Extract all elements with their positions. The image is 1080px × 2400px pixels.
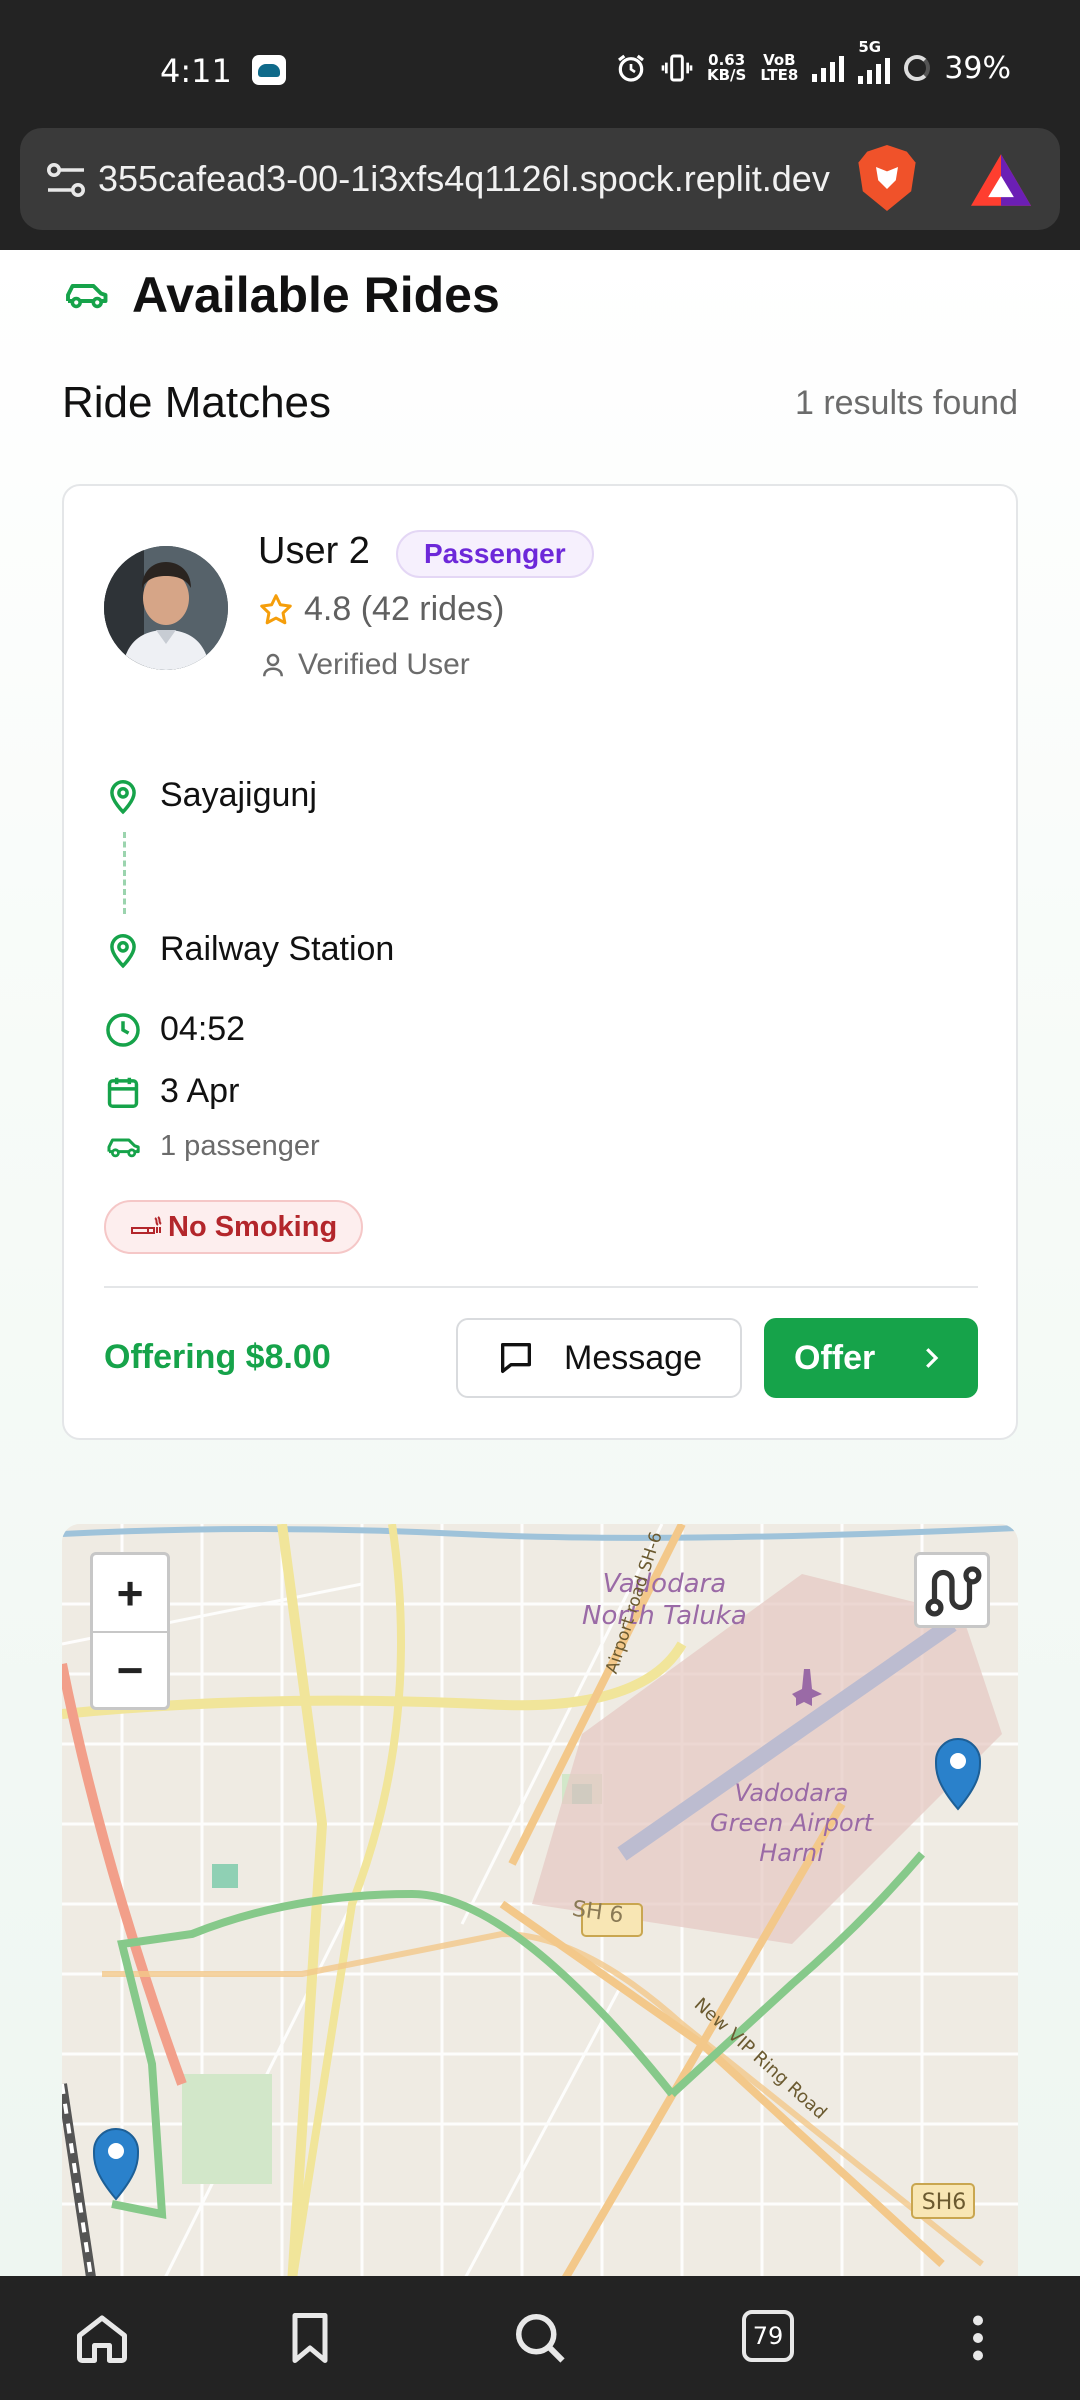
net-speed: 0.63 KB/S xyxy=(707,53,746,83)
route-icon xyxy=(925,1566,982,1617)
no-smoking-text: No Smoking xyxy=(168,1210,338,1243)
ride-time-text: 04:52 xyxy=(160,1010,246,1048)
passenger-count: 1 passenger xyxy=(104,1130,320,1163)
pickup-text: Sayajigunj xyxy=(160,776,317,814)
page-heading: Available Rides xyxy=(62,266,500,324)
passenger-count-text: 1 passenger xyxy=(160,1130,320,1162)
map-label-airport-line3: Harni xyxy=(759,1839,824,1867)
battery-icon xyxy=(904,55,931,81)
section-title: Ride Matches xyxy=(62,378,332,427)
zoom-control: + − xyxy=(90,1552,170,1710)
car-icon xyxy=(107,1137,140,1157)
zoom-out-button[interactable]: − xyxy=(93,1631,167,1707)
url-text[interactable]: 355cafead3-00-1i3xfs4q1126l.spock.replit… xyxy=(98,154,858,204)
user-icon xyxy=(263,653,283,677)
message-icon xyxy=(501,1343,532,1373)
net-speed-unit: KB/S xyxy=(707,66,747,84)
route-connector xyxy=(123,832,126,914)
map-label-highway-badge: SH6 xyxy=(921,2190,967,2215)
message-label: Message xyxy=(564,1338,702,1377)
home-icon[interactable] xyxy=(72,2308,132,2368)
car-icon xyxy=(66,284,108,309)
browser-toolbar: 355cafead3-00-1i3xfs4q1126l.spock.replit… xyxy=(0,128,1080,250)
dropoff-location: Railway Station xyxy=(104,930,394,969)
ride-match-card: User 2 Passenger 4.8 (42 rides) Verified… xyxy=(62,484,1018,1440)
status-time: 4:11 xyxy=(160,52,232,90)
map-tiles xyxy=(62,1524,1018,2276)
status-bar: 4:11 0.63 KB/S VoB LTE8 5G 39% xyxy=(0,0,1080,128)
card-divider xyxy=(104,1286,978,1288)
system-indicators: 0.63 KB/S VoB LTE8 5G 39% xyxy=(615,38,1012,88)
vibrate-icon xyxy=(661,54,693,82)
ride-time: 04:52 xyxy=(104,1010,245,1049)
tabs-button[interactable]: 79 xyxy=(742,2310,794,2362)
map-label-taluka: Vadodara North Taluka xyxy=(582,1568,747,1632)
map-label-taluka-line1: Vadodara xyxy=(602,1569,727,1599)
page-title: Available Rides xyxy=(132,267,500,323)
calendar-icon xyxy=(107,1077,139,1108)
more-menu-icon[interactable] xyxy=(948,2308,1008,2368)
routing-toggle-button[interactable] xyxy=(914,1552,990,1628)
map-pin-icon xyxy=(110,779,136,814)
search-icon[interactable] xyxy=(510,2308,570,2368)
map-label-airport: Vadodara Green Airport Harni xyxy=(710,1778,873,1868)
volte-bottom: LTE8 xyxy=(760,66,799,84)
brave-rewards-icon[interactable] xyxy=(968,150,1034,210)
results-header: Ride Matches 1 results found xyxy=(62,378,1018,428)
user-name: User 2 xyxy=(258,530,370,572)
battery-level: 39% xyxy=(944,50,1012,86)
avatar xyxy=(104,546,228,670)
star-icon xyxy=(260,593,292,624)
network-type: 5G xyxy=(858,38,882,56)
offer-button[interactable]: Offer xyxy=(764,1318,978,1398)
address-bar[interactable]: 355cafead3-00-1i3xfs4q1126l.spock.replit… xyxy=(20,128,1060,230)
page-content: Available Rides Ride Matches 1 results f… xyxy=(0,250,1080,2276)
rating-text: 4.8 (42 rides) xyxy=(304,590,505,628)
brave-shields-icon[interactable] xyxy=(854,142,920,214)
chevron-right-icon xyxy=(926,1348,939,1368)
cigarette-icon xyxy=(131,1216,162,1234)
alarm-icon xyxy=(618,54,644,82)
results-count: 1 results found xyxy=(794,383,1018,422)
signal-5g-icon: 5G xyxy=(858,38,891,84)
role-badge: Passenger xyxy=(396,530,594,578)
clock-icon xyxy=(106,1012,140,1047)
bookmark-icon[interactable] xyxy=(280,2308,340,2368)
signal-icon xyxy=(812,54,845,82)
ride-date-text: 3 Apr xyxy=(160,1072,240,1110)
pickup-location: Sayajigunj xyxy=(104,776,317,815)
verified-status: Verified User xyxy=(258,648,470,682)
zoom-in-button[interactable]: + xyxy=(93,1555,167,1631)
offering-price: Offering $8.00 xyxy=(104,1338,331,1376)
map-label-airport-line1: Vadodara xyxy=(734,1779,849,1807)
no-smoking-tag: No Smoking xyxy=(104,1200,364,1254)
ride-date: 3 Apr xyxy=(104,1072,239,1111)
verified-text: Verified User xyxy=(298,648,470,681)
map-label-taluka-line2: North Taluka xyxy=(582,1601,747,1631)
site-settings-icon[interactable] xyxy=(42,156,90,204)
cloud-app-icon xyxy=(252,55,286,85)
user-rating: 4.8 (42 rides) xyxy=(258,590,504,629)
map-label-airport-line2: Green Airport xyxy=(710,1809,873,1837)
offer-label: Offer xyxy=(794,1338,876,1377)
volte-indicator: VoB LTE8 xyxy=(760,53,798,83)
dropoff-text: Railway Station xyxy=(160,930,395,968)
route-map[interactable]: Vadodara North Taluka Vadodara Green Air… xyxy=(62,1524,1018,2276)
browser-bottom-nav: 79 xyxy=(0,2276,1080,2400)
map-pin-icon xyxy=(110,933,136,968)
message-button[interactable]: Message xyxy=(456,1318,742,1398)
